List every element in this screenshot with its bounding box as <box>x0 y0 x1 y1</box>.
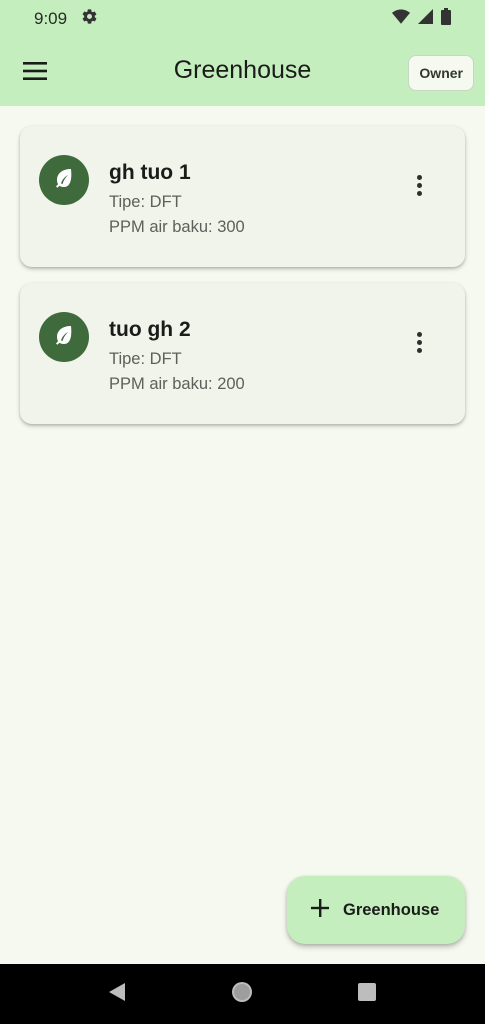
menu-button[interactable] <box>18 58 52 88</box>
greenhouse-type: Tipe: DFT <box>109 350 182 368</box>
battery-icon <box>441 8 451 30</box>
status-right <box>392 8 451 30</box>
home-button[interactable] <box>230 980 254 1009</box>
back-icon <box>107 982 127 1007</box>
more-options-button[interactable] <box>409 170 429 200</box>
settings-icon <box>81 8 98 30</box>
leaf-icon <box>52 166 76 195</box>
status-time: 9:09 <box>34 9 68 28</box>
recents-button[interactable] <box>355 982 379 1006</box>
home-icon <box>230 980 254 1009</box>
greenhouse-type: Tipe: DFT <box>109 193 182 211</box>
add-greenhouse-button[interactable]: Greenhouse <box>287 876 465 944</box>
greenhouse-name: gh tuo 1 <box>109 161 191 184</box>
navigation-bar <box>0 964 485 1024</box>
greenhouse-list: gh tuo 1 Tipe: DFT PPM air baku: 300 tuo… <box>20 126 465 440</box>
greenhouse-card[interactable]: gh tuo 1 Tipe: DFT PPM air baku: 300 <box>20 126 465 267</box>
greenhouse-avatar <box>39 312 89 362</box>
greenhouse-ppm: PPM air baku: 300 <box>109 218 245 236</box>
greenhouse-card[interactable]: tuo gh 2 Tipe: DFT PPM air baku: 200 <box>20 283 465 424</box>
app-bar: Greenhouse Owner <box>0 38 485 106</box>
menu-icon <box>23 61 47 85</box>
recents-icon <box>357 982 377 1007</box>
wifi-icon <box>392 9 410 30</box>
plus-icon <box>311 898 329 922</box>
leaf-icon <box>52 323 76 352</box>
signal-icon <box>418 9 433 29</box>
more-options-button[interactable] <box>409 327 429 357</box>
status-bar: 9:09 <box>0 0 485 38</box>
back-button[interactable] <box>105 982 129 1006</box>
greenhouse-avatar <box>39 155 89 205</box>
more-vert-icon <box>416 174 422 180</box>
greenhouse-name: tuo gh 2 <box>109 318 191 341</box>
fab-label: Greenhouse <box>343 900 440 919</box>
status-left: 9:09 <box>34 8 98 30</box>
greenhouse-ppm: PPM air baku: 200 <box>109 375 245 393</box>
more-vert-icon <box>416 331 422 337</box>
owner-button[interactable]: Owner <box>408 55 474 91</box>
